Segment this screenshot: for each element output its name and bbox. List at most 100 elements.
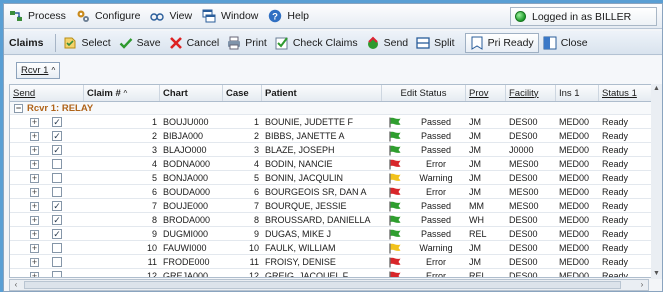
expand-row-icon[interactable]: +	[30, 202, 39, 211]
select-button[interactable]: Select	[59, 33, 114, 53]
cell-status1: Ready	[602, 173, 629, 183]
scroll-right-icon[interactable]: ›	[636, 280, 648, 290]
table-row[interactable]: +5 BONJA000 5 BONIN, JACQULIN Warning JM DES00…	[10, 172, 661, 185]
menu-process[interactable]: Process	[4, 6, 71, 27]
table-row[interactable]: + ✓ 9 DUGMI000 9 DUGAS, MIKE J Passed REL DES00 M…	[10, 228, 661, 241]
send-icon	[366, 36, 380, 50]
close-button[interactable]: Close	[539, 33, 592, 53]
cell-edit-status: Warning	[419, 173, 453, 183]
cell-prov: JM	[469, 159, 481, 169]
table-row[interactable]: +6 BOUDA000 6 BOURGEOIS SR, DAN A Error JM MES…	[10, 186, 661, 199]
cell-facility: DES00	[509, 271, 538, 278]
column-header-claim[interactable]: Claim # ^	[84, 85, 160, 101]
expand-row-icon[interactable]: +	[30, 230, 39, 239]
send-button[interactable]: Send	[362, 33, 413, 53]
column-header-facility[interactable]: Facility	[506, 85, 556, 101]
table-row[interactable]: + ✓ 1 BOUJU000 1 BOUNIE, JUDETTE F Passed JM DES…	[10, 116, 661, 129]
pri-ready-button[interactable]: Pri Ready	[464, 32, 539, 53]
cell-chart: BOUDA000	[163, 187, 211, 197]
cell-claim-number: 5	[151, 173, 157, 183]
expand-row-icon[interactable]: +	[30, 216, 39, 225]
check-claims-button[interactable]: Check Claims	[271, 33, 362, 53]
expand-row-icon[interactable]: +	[30, 244, 39, 253]
table-row[interactable]: + ✓ 7 BOUJE000 7 BOURQUE, JESSIE Passed MM MES00…	[10, 200, 661, 213]
menu-configure[interactable]: Configure	[71, 6, 146, 27]
print-icon	[227, 36, 241, 50]
send-checkbox[interactable]: ✓	[52, 215, 62, 225]
send-checkbox[interactable]: ✓	[52, 117, 62, 127]
cell-patient: DUGAS, MIKE J	[265, 229, 332, 239]
save-button[interactable]: Save	[115, 33, 165, 53]
send-checkbox[interactable]	[52, 187, 62, 197]
group-row-rcvr1[interactable]: − Rcvr 1: RELAY	[10, 102, 661, 115]
column-header-edit-status[interactable]: Edit Status	[382, 85, 466, 101]
cell-chart: BODNA000	[163, 159, 211, 169]
vertical-scrollbar[interactable]: ▲ ▼	[651, 84, 662, 279]
table-row[interactable]: + ✓ 8 BRODA000 8 BROUSSARD, DANIELLA Passed WH D…	[10, 214, 661, 227]
scroll-left-icon[interactable]: ‹	[10, 280, 22, 290]
expand-row-icon[interactable]: +	[30, 146, 39, 155]
column-header-ins1[interactable]: Ins 1	[556, 85, 599, 101]
expand-row-icon[interactable]: +	[30, 188, 39, 197]
expand-row-icon[interactable]: +	[30, 160, 39, 169]
column-header-patient[interactable]: Patient	[262, 85, 382, 101]
menu-window[interactable]: Window	[197, 6, 263, 27]
expand-row-icon[interactable]: +	[30, 258, 39, 267]
view-icon	[150, 9, 165, 23]
cell-edit-status: Passed	[420, 215, 452, 225]
send-checkbox[interactable]	[52, 257, 62, 267]
cell-claim-number: 9	[151, 229, 157, 239]
cell-patient: BROUSSARD, DANIELLA	[265, 215, 371, 225]
group-by-rcvr1-chip[interactable]: Rcvr 1 ^	[16, 62, 61, 79]
table-row[interactable]: + ✓ 2 BIBJA000 2 BIBBS, JANETTE A Passed JM DES0…	[10, 130, 661, 143]
login-status: Logged in as BILLER	[510, 7, 657, 26]
cancel-button-label: Cancel	[186, 36, 220, 49]
table-row[interactable]: + ✓ 3 BLAJO000 3 BLAZE, JOSEPH Passed JM J0000 ME…	[10, 144, 661, 157]
table-row[interactable]: +10 FAUWI000 10 FAULK, WILLIAM Warning JM DES0…	[10, 242, 661, 255]
cancel-button[interactable]: Cancel	[165, 33, 224, 53]
expand-row-icon[interactable]: +	[30, 132, 39, 141]
cell-case: 2	[253, 131, 259, 141]
cell-patient: FROISY, DENISE	[265, 257, 336, 267]
send-checkbox[interactable]: ✓	[52, 201, 62, 211]
cell-claim-number: 2	[151, 131, 157, 141]
send-checkbox[interactable]	[52, 173, 62, 183]
yellow-flag-icon	[388, 173, 402, 184]
scroll-up-icon[interactable]: ▲	[651, 84, 662, 94]
green-flag-icon	[388, 117, 402, 128]
split-button[interactable]: Split	[412, 33, 458, 53]
column-header-case[interactable]: Case	[223, 85, 262, 101]
table-row[interactable]: +4 BODNA000 4 BODIN, NANCIE Error JM MES00 MED0…	[10, 158, 661, 171]
column-header-prov[interactable]: Prov	[466, 85, 506, 101]
menu-help[interactable]: ? Help	[263, 6, 314, 27]
send-checkbox[interactable]	[52, 243, 62, 253]
expand-row-icon[interactable]: +	[30, 272, 39, 277]
cell-case: 7	[253, 201, 259, 211]
print-button[interactable]: Print	[223, 33, 271, 53]
claims-grid: Send Claim # ^ Chart Case Patient Edit S…	[9, 84, 662, 278]
expand-row-icon[interactable]: +	[30, 174, 39, 183]
horizontal-scroll-thumb[interactable]	[24, 281, 621, 289]
cell-patient: FAULK, WILLIAM	[265, 243, 336, 253]
send-checkbox[interactable]: ✓	[52, 131, 62, 141]
send-checkbox[interactable]: ✓	[52, 229, 62, 239]
column-header-status1[interactable]: Status 1	[599, 85, 653, 101]
collapse-icon[interactable]: −	[14, 104, 23, 113]
table-row[interactable]: +11 FRODE000 11 FROISY, DENISE Error JM DES00 M…	[10, 256, 661, 269]
cell-ins1: MED00	[559, 173, 590, 183]
cell-case: 4	[253, 159, 259, 169]
column-header-send[interactable]: Send	[10, 85, 84, 101]
horizontal-scrollbar[interactable]: ‹ ›	[9, 279, 649, 291]
cell-ins1: MED00	[559, 145, 590, 155]
table-row[interactable]: +12 GREJA000 12 GREIG, JACQUEL F Error REL DES…	[10, 270, 661, 278]
send-checkbox[interactable]: ✓	[52, 145, 62, 155]
cell-facility: MES00	[509, 201, 539, 211]
column-header-chart[interactable]: Chart	[160, 85, 223, 101]
expand-row-icon[interactable]: +	[30, 118, 39, 127]
send-checkbox[interactable]	[52, 159, 62, 169]
menu-view[interactable]: View	[145, 6, 197, 27]
scroll-down-icon[interactable]: ▼	[651, 269, 662, 279]
split-icon	[416, 36, 430, 50]
check-claims-icon	[275, 36, 289, 50]
send-checkbox[interactable]	[52, 271, 62, 277]
